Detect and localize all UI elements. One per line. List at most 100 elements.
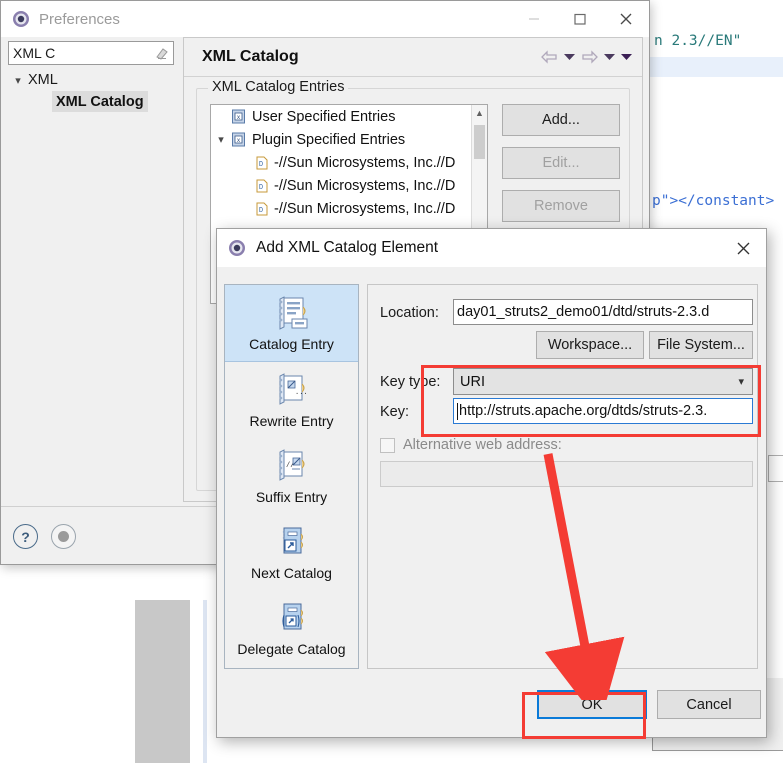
alternative-web-address-checkbox — [380, 438, 395, 453]
dialog-footer: OK Cancel — [217, 677, 766, 737]
eclipse-preferences-icon — [12, 10, 30, 28]
dtd-file-icon: D — [256, 202, 268, 216]
cancel-button[interactable]: Cancel — [657, 690, 761, 719]
sidebar-item-rewrite-entry[interactable]: ... Rewrite Entry — [225, 362, 358, 438]
forward-arrow-icon[interactable] — [581, 50, 598, 64]
filter-value: XML C — [13, 45, 56, 61]
chevron-down-icon[interactable]: ▾ — [8, 74, 28, 87]
edit-button: Edit... — [502, 147, 620, 179]
editor-current-line-highlight — [649, 57, 783, 77]
key-label: Key: — [380, 404, 410, 420]
key-type-label: Key type: — [380, 374, 441, 390]
dialog-entry-type-list[interactable]: Catalog Entry ... Rewrite Entry // Suffi… — [224, 284, 359, 669]
location-input[interactable]: day01_struts2_demo01/dtd/struts-2.3.d — [453, 299, 753, 325]
preferences-footer: ? — [13, 524, 76, 549]
sidebar-item-suffix-entry[interactable]: // Suffix Entry — [225, 438, 358, 514]
alternative-web-address-label: Alternative web address: — [403, 437, 562, 453]
scrollbar-thumb[interactable] — [474, 125, 485, 159]
sidebar-item-label: Catalog Entry — [249, 335, 334, 352]
group-title: XML Catalog Entries — [208, 79, 349, 95]
dialog-title-bar[interactable]: Add XML Catalog Element — [217, 229, 766, 267]
catalog-entry-buttons: Add... Edit... Remove — [502, 104, 620, 233]
eclipse-dialog-icon — [228, 239, 246, 257]
back-menu-chevron-down-icon[interactable] — [564, 53, 575, 61]
workbench-left-strip — [135, 600, 190, 763]
dialog-form: Location: day01_struts2_demo01/dtd/strut… — [367, 284, 758, 669]
view-menu-icon[interactable] — [621, 53, 632, 61]
rewrite-entry-icon: ... — [272, 372, 312, 410]
restore-defaults-icon[interactable] — [51, 524, 76, 549]
suffix-entry-icon: // — [272, 448, 312, 486]
list-item[interactable]: D -//Sun Microsystems, Inc.//D — [211, 151, 487, 174]
list-item[interactable]: D -//Sun Microsystems, Inc.//D — [211, 197, 487, 220]
editor-code-line-1: n 2.3//EN" — [654, 33, 742, 49]
list-item-label: Plugin Specified Entries — [252, 131, 406, 148]
dtd-file-icon: D — [256, 156, 268, 170]
ok-button[interactable]: OK — [537, 690, 647, 719]
dialog-title-label: Add XML Catalog Element — [256, 239, 439, 256]
location-label: Location: — [380, 305, 439, 321]
filesystem-button[interactable]: File System... — [649, 331, 753, 359]
dialog-body: Catalog Entry ... Rewrite Entry // Suffi… — [217, 267, 766, 677]
svg-text:D: D — [259, 207, 263, 215]
remove-button: Remove — [502, 190, 620, 222]
list-item-label: User Specified Entries — [252, 108, 396, 125]
list-item[interactable]: x User Specified Entries — [211, 105, 487, 128]
workbench-left-rule — [203, 600, 207, 763]
next-catalog-icon — [272, 524, 312, 562]
back-arrow-icon[interactable] — [541, 50, 558, 64]
svg-text:...: ... — [295, 389, 308, 397]
list-item-label: -//Sun Microsystems, Inc.//D — [274, 154, 456, 171]
sidebar-item-delegate-catalog[interactable]: Delegate Catalog — [225, 590, 358, 666]
sidebar-item-label: Next Catalog — [251, 564, 332, 581]
preferences-page-header: XML Catalog — [184, 38, 642, 77]
delegate-catalog-icon — [272, 600, 312, 638]
tree-node-xml-label: XML — [28, 72, 58, 88]
workspace-button[interactable]: Workspace... — [536, 331, 644, 359]
catalog-entries-icon: x — [231, 109, 246, 124]
key-type-value: URI — [460, 373, 485, 390]
sidebar-item-next-catalog[interactable]: Next Catalog — [225, 514, 358, 590]
preferences-window-buttons — [511, 1, 649, 37]
eraser-icon[interactable] — [154, 47, 168, 60]
list-item[interactable]: ▾ x Plugin Specified Entries — [211, 128, 487, 151]
preferences-category-tree[interactable]: ▾ XML XML Catalog — [8, 69, 174, 498]
svg-text:D: D — [259, 184, 263, 192]
alternative-web-address-input — [380, 461, 753, 487]
dtd-file-icon: D — [256, 179, 268, 193]
preferences-title-bar[interactable]: Preferences — [1, 1, 649, 37]
minimize-icon[interactable] — [511, 1, 557, 37]
svg-text:D: D — [259, 161, 263, 169]
chevron-down-icon[interactable]: ▾ — [211, 133, 231, 146]
scroll-up-icon[interactable]: ▲ — [472, 105, 487, 120]
preferences-filter-input[interactable]: XML C — [8, 41, 174, 65]
preferences-title-label: Preferences — [39, 10, 120, 28]
tree-node-xml-catalog[interactable]: XML Catalog — [52, 91, 148, 112]
key-type-select[interactable]: URI ▾ — [453, 368, 753, 395]
sidebar-item-label: Suffix Entry — [255, 488, 328, 505]
workbench-right-edge-box — [768, 455, 783, 482]
sidebar-item-label: Delegate Catalog — [237, 640, 346, 657]
sidebar-item-label: Rewrite Entry — [249, 412, 334, 429]
catalog-entries-icon: x — [231, 132, 246, 147]
text-cursor — [457, 402, 458, 420]
list-item-label: -//Sun Microsystems, Inc.//D — [274, 200, 456, 217]
chevron-down-icon[interactable]: ▾ — [738, 375, 744, 388]
list-item[interactable]: D -//Sun Microsystems, Inc.//D — [211, 174, 487, 197]
page-title: XML Catalog — [202, 48, 299, 65]
forward-menu-chevron-down-icon[interactable] — [604, 53, 615, 61]
add-xml-catalog-element-dialog: Add XML Catalog Element Catalog Entry ..… — [216, 228, 767, 738]
screen-root: n 2.3//EN" p"></constant> D Preferences — [0, 0, 783, 763]
question-mark-icon[interactable]: ? — [13, 524, 38, 549]
tree-node-xml[interactable]: ▾ XML — [8, 69, 174, 91]
location-value: day01_struts2_demo01/dtd/struts-2.3.d — [457, 304, 710, 320]
dialog-close-icon[interactable] — [720, 229, 766, 267]
close-icon[interactable] — [603, 1, 649, 37]
list-item-label: -//Sun Microsystems, Inc.//D — [274, 177, 456, 194]
sidebar-item-catalog-entry[interactable]: Catalog Entry — [225, 285, 358, 362]
key-input[interactable]: http://struts.apache.org/dtds/struts-2.3… — [453, 398, 753, 424]
editor-code-line-2: p"></constant> — [652, 193, 775, 209]
maximize-icon[interactable] — [557, 1, 603, 37]
add-button[interactable]: Add... — [502, 104, 620, 136]
svg-text:x: x — [237, 137, 241, 144]
